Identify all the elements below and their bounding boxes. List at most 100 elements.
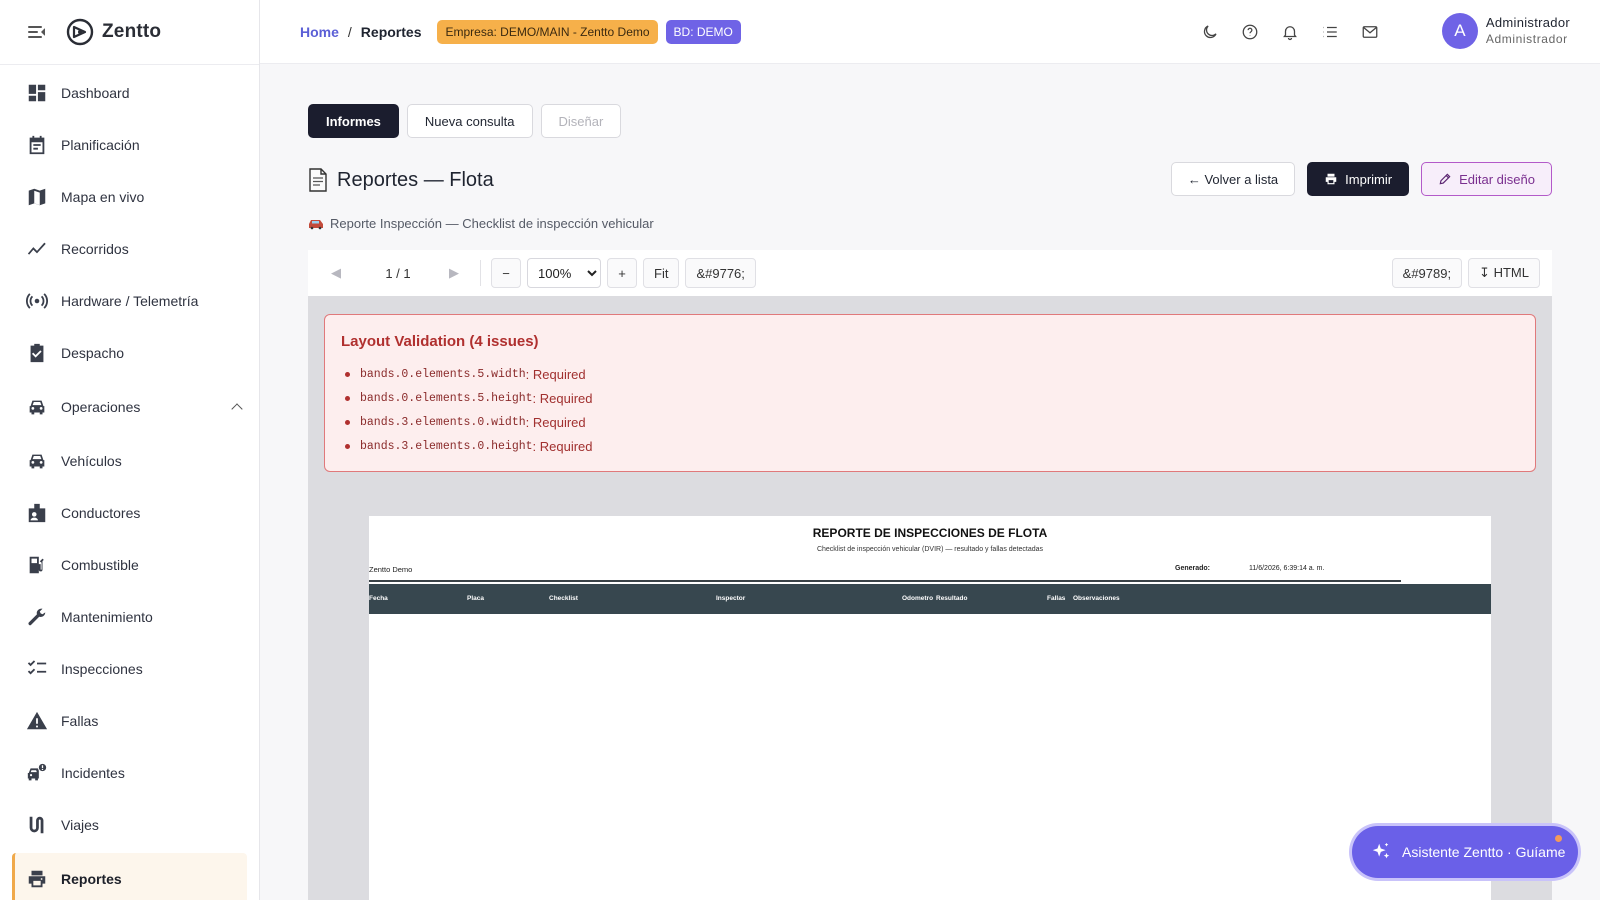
report-canvas[interactable]: Layout Validation (4 issues) bands.0.ele… — [308, 296, 1552, 900]
tab-informes[interactable]: Informes — [308, 104, 399, 138]
sidebar-item-reportes[interactable]: Reportes — [12, 853, 247, 900]
brand-name: Zentto — [102, 21, 162, 42]
sidebar-item-label: Viajes — [61, 817, 99, 833]
sidebar-item-inspecciones[interactable]: Inspecciones — [0, 643, 259, 695]
sidebar-item-label: Dashboard — [61, 85, 130, 101]
avatar[interactable]: A — [1441, 13, 1478, 49]
sidebar-item-label: Mantenimiento — [61, 609, 153, 625]
breadcrumb-separator: / — [347, 23, 352, 40]
next-page-button[interactable]: ▶ — [438, 258, 470, 288]
page-title-text: Reportes — Flota — [337, 168, 494, 191]
tab-disenar[interactable]: Diseñar — [540, 104, 622, 138]
fit-button[interactable]: Fit — [643, 258, 680, 288]
sidebar-item-label: Despacho — [61, 345, 125, 361]
car-alert-icon — [25, 761, 49, 785]
pencil-icon — [1439, 173, 1451, 185]
zoom-select[interactable]: 50% 75% 100% 125% 150% — [527, 258, 601, 288]
sidebar-item-fallas[interactable]: Fallas — [0, 695, 259, 747]
report-header-rule — [369, 580, 1401, 582]
column-header: Observaciones — [1073, 595, 1120, 602]
back-to-list-button[interactable]: ← Volver a lista — [1170, 162, 1296, 196]
notifications-bell-icon[interactable] — [1280, 22, 1300, 42]
sidebar-item-hardware[interactable]: Hardware / Telemetría — [0, 275, 259, 327]
issue-message: : Required — [532, 390, 593, 406]
issue-path: bands.3.elements.0.width — [360, 415, 526, 429]
outline-toggle-button[interactable]: &#9776; — [685, 258, 756, 288]
report-title: REPORTE DE INSPECCIONES DE FLOTA — [812, 526, 1048, 540]
validation-issue: bands.3.elements.0.width: Required — [345, 410, 1519, 434]
empresa-badge[interactable]: Empresa: DEMO/MAIN - Zentto Demo — [437, 19, 658, 44]
task-list-icon[interactable] — [1320, 22, 1340, 42]
sidebar-item-despacho[interactable]: Despacho — [0, 327, 259, 379]
column-header: Placa — [467, 595, 484, 602]
viewer-toolbar: ◀ 1 / 1 ▶ − 50% 75% 100% 125% 150% + Fit… — [308, 250, 1552, 296]
sidebar-item-recorridos[interactable]: Recorridos — [0, 223, 259, 275]
dashboard-icon — [25, 81, 49, 105]
collapse-menu-icon[interactable] — [28, 25, 46, 39]
zoom-out-button[interactable]: − — [491, 258, 521, 288]
calendar-icon — [25, 133, 49, 157]
breadcrumb-home-link[interactable]: Home — [300, 24, 339, 40]
sidebar-item-label: Recorridos — [61, 241, 129, 257]
report-subtitle: Reporte Inspección — Checklist de inspec… — [308, 216, 654, 231]
prev-page-button[interactable]: ◀ — [320, 258, 352, 288]
sidebar-item-planificacion[interactable]: Planificación — [0, 119, 259, 171]
breadcrumb-current: Reportes — [360, 23, 422, 40]
document-icon — [309, 168, 327, 192]
issue-message: : Required — [525, 366, 586, 382]
issue-message: : Required — [525, 414, 586, 430]
sidebar-item-label: Vehículos — [61, 453, 122, 469]
user-menu[interactable]: A Administrador Administrador — [1441, 13, 1570, 49]
validation-issue: bands.0.elements.5.width: Required — [345, 362, 1519, 386]
chevron-up-icon[interactable] — [231, 403, 243, 415]
export-html-button[interactable]: ↧ HTML — [1468, 258, 1540, 288]
sidebar-item-label: Reportes — [61, 871, 122, 887]
sidebar-item-combustible[interactable]: Combustible — [0, 539, 259, 591]
sidebar-group-operaciones[interactable]: Operaciones — [0, 379, 259, 435]
zentto-logo-icon — [66, 18, 94, 46]
sparkles-icon — [1372, 842, 1390, 859]
car-icon — [309, 219, 323, 229]
main-content: Informes Nueva consulta Diseñar Reportes… — [308, 104, 1552, 900]
zoom-in-button[interactable]: + — [607, 258, 637, 288]
report-column-header: Fecha Placa Checklist Inspector Odometro… — [369, 584, 1491, 614]
sidebar-item-mapa[interactable]: Mapa en vivo — [0, 171, 259, 223]
bullet-dot — [345, 371, 350, 377]
sidebar-nav: Dashboard Planificación Mapa en vivo Rec… — [0, 65, 259, 900]
assistant-button[interactable]: Asistente Zentto · Guíame — [1352, 826, 1578, 878]
theme-toggle-button[interactable]: &#9789; — [1391, 258, 1463, 288]
validation-issue-list: bands.0.elements.5.width: Required bands… — [341, 362, 1519, 458]
car-icon — [25, 449, 49, 473]
sidebar-item-viajes[interactable]: Viajes — [0, 799, 259, 851]
dark-mode-moon-icon[interactable] — [1200, 22, 1220, 42]
sidebar-item-mantenimiento[interactable]: Mantenimiento — [0, 591, 259, 643]
car-icon — [25, 395, 49, 419]
database-badge[interactable]: BD: DEMO — [665, 19, 741, 44]
validation-title: Layout Validation (4 issues) — [341, 333, 539, 350]
report-description: Checklist de inspección vehicular (DVIR)… — [816, 546, 1044, 553]
sidebar-item-incidentes[interactable]: Incidentes — [0, 747, 259, 799]
layout-validation-panel: Layout Validation (4 issues) bands.0.ele… — [324, 314, 1536, 472]
column-header: Fallas — [1047, 595, 1066, 602]
edit-design-button[interactable]: Editar diseño — [1421, 162, 1552, 196]
report-tabs: Informes Nueva consulta Diseñar — [308, 104, 1552, 138]
issue-path: bands.0.elements.5.width — [360, 367, 526, 381]
mail-icon[interactable] — [1360, 22, 1380, 42]
sidebar-item-label: Incidentes — [61, 765, 125, 781]
edit-design-label: Editar diseño — [1459, 171, 1535, 187]
sidebar-item-dashboard[interactable]: Dashboard — [0, 67, 259, 119]
sidebar-item-vehiculos[interactable]: Vehículos — [0, 435, 259, 487]
issue-path: bands.3.elements.0.height — [360, 439, 533, 453]
sidebar-item-conductores[interactable]: Conductores — [0, 487, 259, 539]
column-header: Resultado — [936, 595, 968, 602]
issue-message: : Required — [532, 438, 593, 454]
print-button[interactable]: Imprimir — [1307, 162, 1410, 196]
page-actions: ← Volver a lista Imprimir Editar diseño — [1159, 162, 1552, 196]
sidebar-item-label: Operaciones — [61, 399, 141, 415]
sidebar-item-label: Fallas — [61, 713, 99, 729]
help-icon[interactable] — [1240, 22, 1260, 42]
report-generated-label: Generado: — [1175, 565, 1211, 572]
sidebar-item-label: Mapa en vivo — [61, 189, 145, 205]
id-badge-icon — [25, 501, 49, 525]
tab-nueva-consulta[interactable]: Nueva consulta — [406, 104, 533, 138]
